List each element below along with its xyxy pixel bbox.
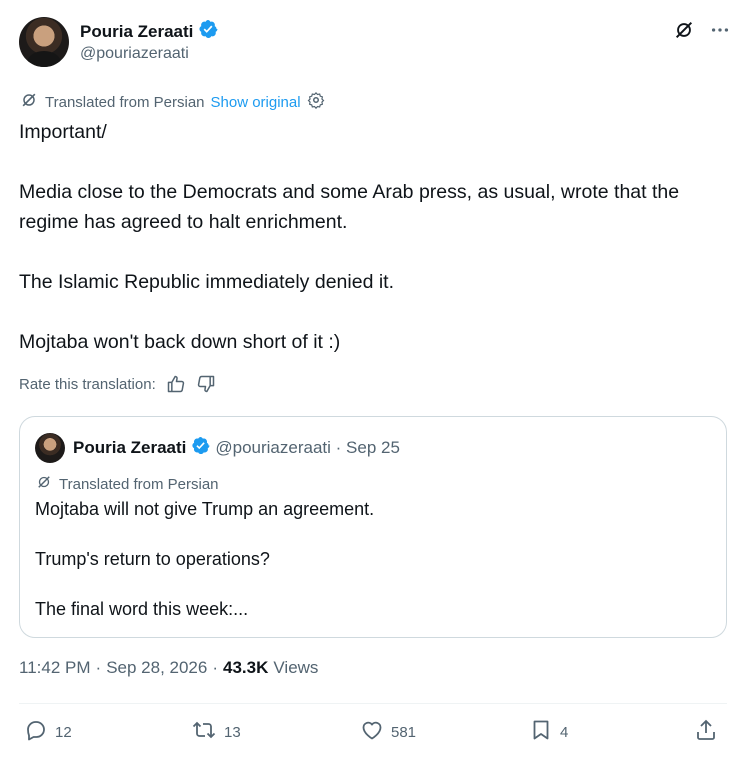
quote-translation-label: Translated from Persian xyxy=(59,475,219,493)
reply-count: 12 xyxy=(55,723,72,741)
separator: · xyxy=(212,658,219,677)
views-count: 43.3K xyxy=(223,658,269,677)
reply-button[interactable]: 12 xyxy=(24,718,72,746)
post-paragraph: The Islamic Republic immediately denied … xyxy=(19,271,394,293)
author-handle[interactable]: @pouriazeraati xyxy=(80,45,189,63)
more-icon[interactable] xyxy=(709,19,731,41)
grok-icon[interactable] xyxy=(673,19,695,41)
quote-handle-date: @pouriazeraati · Sep 25 xyxy=(215,438,400,457)
post-paragraph: Mojtaba won't back down short of it :) xyxy=(19,331,341,353)
views-label: Views xyxy=(273,658,319,677)
quote-avatar xyxy=(35,433,65,463)
quote-verified-badge-icon xyxy=(191,436,210,460)
translate-icon xyxy=(35,473,53,495)
thumbs-up-icon[interactable] xyxy=(166,374,186,394)
post-paragraph: Media close to the Democrats and some Ar… xyxy=(19,181,680,233)
quote-header: Pouria Zeraati @pouriazeraati · Sep 25 xyxy=(35,433,400,463)
post-text: Important/ Media close to the Democrats … xyxy=(19,117,731,357)
rate-translation: Rate this translation: xyxy=(19,374,216,394)
post-date[interactable]: Sep 28, 2026 xyxy=(106,658,207,678)
like-count: 581 xyxy=(391,723,417,741)
verified-badge-icon xyxy=(198,19,218,44)
quote-paragraph: Trump's return to operations? xyxy=(35,549,270,569)
header-actions xyxy=(673,19,731,41)
bookmark-icon xyxy=(529,718,553,746)
share-button[interactable] xyxy=(694,718,718,746)
rate-label: Rate this translation: xyxy=(19,375,156,393)
action-bar: 12 13 581 4 xyxy=(24,718,724,750)
divider xyxy=(19,703,727,704)
quote-text: Mojtaba will not give Trump an agreement… xyxy=(35,497,705,622)
repost-icon xyxy=(191,718,217,746)
quote-author-name: Pouria Zeraati xyxy=(73,438,187,457)
post-header: Pouria Zeraati @pouriazeraati xyxy=(19,17,731,69)
separator: · xyxy=(95,658,102,677)
heart-icon xyxy=(360,718,384,746)
thumbs-down-icon[interactable] xyxy=(196,374,216,394)
repost-button[interactable]: 13 xyxy=(191,718,241,746)
like-button[interactable]: 581 xyxy=(360,718,416,746)
avatar[interactable] xyxy=(19,17,69,67)
author-name[interactable]: Pouria Zeraati xyxy=(80,22,193,42)
post-meta: 11:42 PM · Sep 28, 2026 · 43.3K Views xyxy=(19,658,318,678)
quoted-post[interactable]: Pouria Zeraati @pouriazeraati · Sep 25 T… xyxy=(19,416,727,638)
translation-notice: Translated from Persian Show original xyxy=(19,90,325,114)
quote-paragraph: Mojtaba will not give Trump an agreement… xyxy=(35,499,375,519)
bookmark-count: 4 xyxy=(560,723,569,741)
post-paragraph: Important/ xyxy=(19,121,107,143)
show-original-link[interactable]: Show original xyxy=(211,94,301,111)
bookmark-button[interactable]: 4 xyxy=(529,718,568,746)
share-icon xyxy=(694,718,718,746)
settings-icon[interactable] xyxy=(307,91,325,113)
quote-paragraph: The final word this week:... xyxy=(35,599,249,619)
translation-label: Translated from Persian xyxy=(45,93,205,111)
reply-icon xyxy=(24,718,48,746)
quote-translation-notice: Translated from Persian xyxy=(35,473,219,495)
repost-count: 13 xyxy=(224,723,241,741)
post-time[interactable]: 11:42 PM xyxy=(19,658,91,678)
translate-icon xyxy=(19,90,39,114)
author-name-row: Pouria Zeraati xyxy=(80,19,218,44)
